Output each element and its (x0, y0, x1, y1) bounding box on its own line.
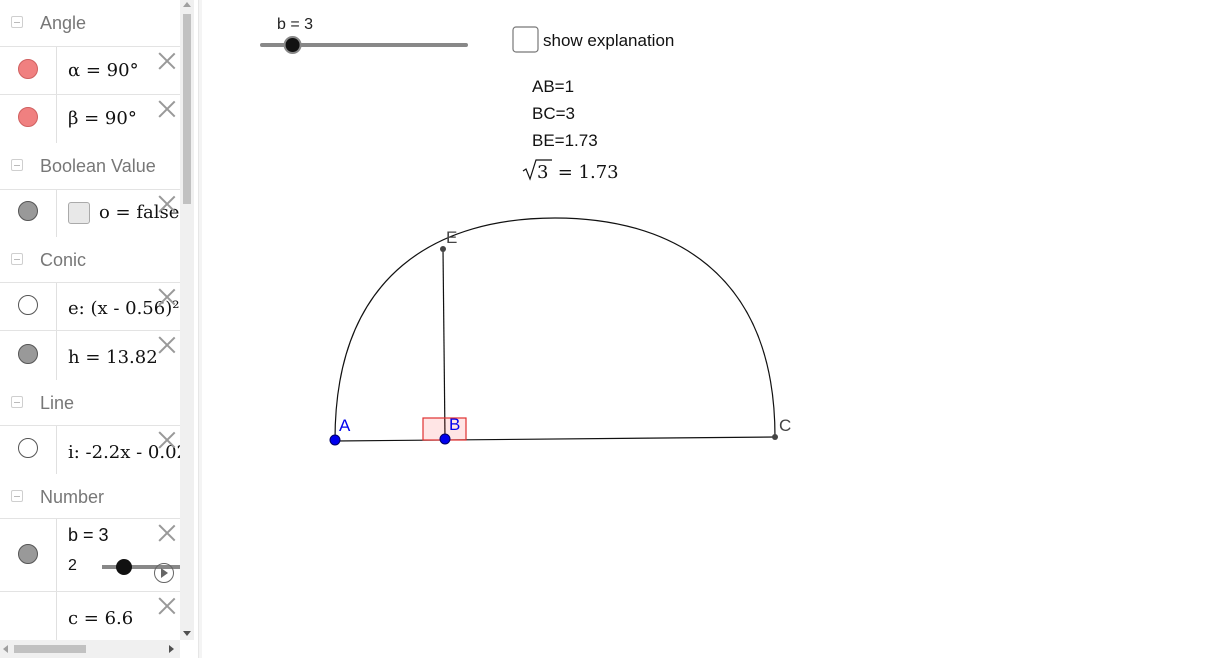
visibility-toggle-icon[interactable] (18, 295, 38, 315)
visibility-toggle-icon[interactable] (18, 344, 38, 364)
graphics-slider-knob[interactable] (283, 36, 302, 54)
scroll-down-icon[interactable] (183, 631, 191, 636)
algebra-cell[interactable]: o = false (56, 190, 180, 237)
collapse-icon[interactable] (11, 253, 23, 265)
text-be[interactable]: BE=1.73 (532, 131, 598, 150)
text-ab[interactable]: AB=1 (532, 77, 574, 96)
label-a: A (339, 416, 351, 435)
group-header-conic[interactable]: Conic (0, 237, 180, 283)
algebra-expression-c[interactable]: c = 6.6 (68, 608, 133, 629)
group-title-conic: Conic (40, 250, 87, 270)
segment-ac[interactable] (334, 436, 776, 442)
slider-knob[interactable] (116, 559, 132, 575)
graphics-canvas[interactable]: b = 3 show explanation AB=1 BC=3 BE=1.73… (202, 0, 1220, 658)
visibility-toggle-icon[interactable] (18, 438, 38, 458)
delete-icon[interactable] (157, 430, 177, 450)
group-header-angle[interactable]: Angle (0, 0, 180, 46)
sqrt-radicand: 3 (537, 162, 548, 183)
point-b[interactable] (439, 433, 451, 445)
slider-min-label: 2 (68, 557, 77, 574)
visibility-toggle-icon[interactable] (18, 544, 38, 564)
group-title-angle: Angle (40, 13, 87, 33)
play-icon[interactable] (154, 563, 174, 583)
horizontal-scrollbar[interactable] (0, 640, 180, 658)
algebra-view: Angle α = 90° β = 90° Boolean Value o = … (0, 0, 180, 640)
visibility-toggle-icon[interactable] (18, 107, 38, 127)
visibility-toggle-icon[interactable] (18, 201, 38, 221)
show-explanation-checkbox[interactable] (512, 26, 539, 53)
label-e: E (446, 228, 457, 247)
group-title-line: Line (40, 393, 75, 413)
sqrt-result: = 1.73 (552, 162, 619, 183)
algebra-row-beta[interactable]: β = 90° (0, 94, 180, 143)
delete-icon[interactable] (157, 596, 177, 616)
scroll-thumb[interactable] (14, 645, 86, 653)
algebra-cell[interactable]: c = 6.6 (56, 592, 180, 640)
label-b: B (449, 415, 460, 434)
scroll-left-icon[interactable] (3, 645, 8, 653)
semicircle-conic[interactable] (334, 217, 776, 441)
show-explanation-label[interactable]: show explanation (543, 31, 674, 50)
graphics-slider-label: b = 3 (277, 16, 313, 33)
group-title-boolean: Boolean Value (40, 156, 156, 176)
delete-icon[interactable] (157, 287, 177, 307)
collapse-icon[interactable] (11, 159, 23, 171)
group-header-boolean[interactable]: Boolean Value (0, 143, 180, 189)
delete-icon[interactable] (157, 51, 177, 71)
scroll-thumb[interactable] (183, 14, 191, 204)
collapse-icon[interactable] (11, 490, 23, 502)
algebra-cell[interactable]: i: -2.2x - 0.02 (56, 426, 180, 475)
collapse-icon[interactable] (11, 16, 23, 28)
algebra-cell[interactable]: e: (x - 0.56)² (56, 283, 180, 331)
visibility-toggle-icon[interactable] (18, 59, 38, 79)
algebra-row-alpha[interactable]: α = 90° (0, 46, 180, 95)
algebra-expression-h[interactable]: h = 13.82 (68, 347, 158, 368)
algebra-row-i[interactable]: i: -2.2x - 0.02 (0, 425, 180, 475)
point-a[interactable] (329, 434, 341, 446)
point-c[interactable] (772, 434, 778, 440)
algebra-row-o[interactable]: o = false (0, 189, 180, 237)
text-bc[interactable]: BC=3 (532, 104, 575, 123)
vertical-scrollbar[interactable] (180, 0, 194, 640)
algebra-row-e[interactable]: e: (x - 0.56)² (0, 282, 180, 331)
scroll-up-icon[interactable] (183, 2, 191, 7)
algebra-row-c[interactable]: c = 6.6 (0, 591, 180, 640)
delete-icon[interactable] (157, 335, 177, 355)
algebra-expression-alpha[interactable]: α = 90° (68, 60, 139, 81)
algebra-cell[interactable]: β = 90° (56, 95, 180, 143)
algebra-expression-b[interactable]: b = 3 (68, 525, 109, 546)
collapse-icon[interactable] (11, 396, 23, 408)
group-header-line[interactable]: Line (0, 380, 180, 426)
delete-icon[interactable] (157, 99, 177, 119)
group-title-number: Number (40, 487, 105, 507)
delete-icon[interactable] (157, 194, 177, 214)
graphics-view[interactable]: b = 3 show explanation AB=1 BC=3 BE=1.73… (202, 0, 1220, 658)
algebra-cell[interactable]: h = 13.82 (56, 331, 180, 380)
sqrt-formula[interactable]: 3 = 1.73 (522, 159, 619, 183)
segment-be[interactable] (442, 248, 446, 440)
label-c: C (779, 416, 791, 435)
boolean-checkbox[interactable] (68, 202, 90, 224)
scroll-right-icon[interactable] (169, 645, 174, 653)
group-header-number[interactable]: Number (0, 474, 180, 520)
algebra-cell[interactable]: α = 90° (56, 47, 180, 95)
delete-icon[interactable] (157, 523, 177, 543)
algebra-expression-beta[interactable]: β = 90° (68, 108, 137, 129)
algebra-row-h[interactable]: h = 13.82 (0, 330, 180, 380)
